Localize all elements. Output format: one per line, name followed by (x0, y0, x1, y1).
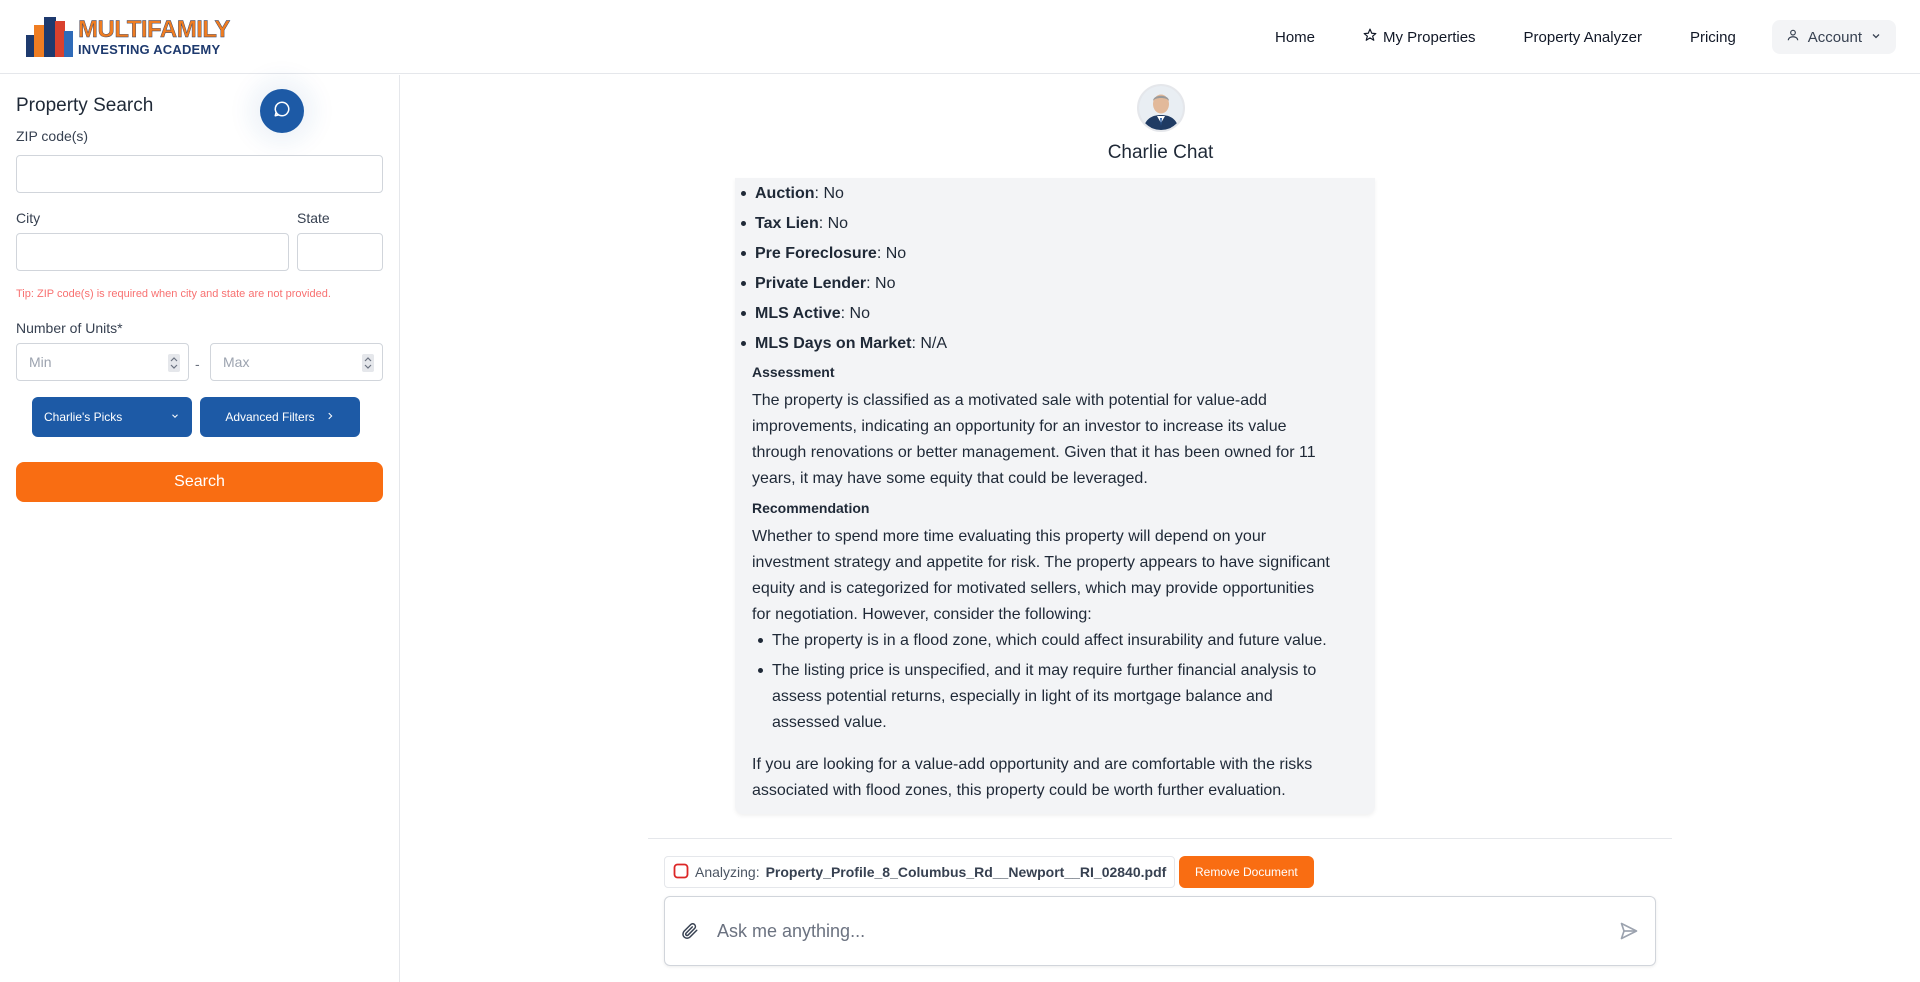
fact-label: Private Lender (755, 275, 867, 292)
recommendation-heading: Recommendation (752, 500, 870, 516)
open-chat-button[interactable] (260, 89, 304, 133)
logo-line2: INVESTING ACADEMY (78, 42, 221, 57)
text-line: improvements, indicating an opportunity … (752, 418, 1287, 435)
send-icon[interactable] (1619, 921, 1639, 946)
units-separator: - (195, 356, 200, 372)
text-line: The property is classified as a motivate… (752, 392, 1267, 409)
text-line: investment strategy and appetite for ris… (752, 554, 1330, 571)
chat-divider (648, 838, 1672, 839)
account-label: Account (1807, 28, 1862, 46)
chat-input-placeholder: Ask me anything... (717, 921, 866, 941)
attached-document: Analyzing: Property_Profile_8_Columbus_R… (664, 856, 1176, 888)
zip-tip: Tip: ZIP code(s) is required when city a… (16, 288, 331, 300)
text-line: for negotiation. However, consider the f… (752, 606, 1092, 623)
search-button[interactable]: Search (16, 462, 383, 502)
nav-property-analyzer[interactable]: Property Analyzer (1512, 21, 1654, 54)
charlies-picks-dropdown[interactable]: Charlie's Picks (32, 397, 192, 437)
units-max-stepper[interactable] (362, 354, 374, 372)
fact-value: : No (876, 245, 907, 262)
fact-label: Pre Foreclosure (755, 245, 877, 262)
city-input[interactable] (16, 233, 289, 271)
recommendation-text: Whether to spend more time evaluating th… (752, 524, 1357, 628)
units-max-input[interactable]: Max (210, 343, 383, 381)
fact-value: : No (866, 275, 896, 292)
document-prefix: Analyzing: (695, 864, 760, 880)
zip-label: ZIP code(s) (16, 128, 89, 144)
charlie-avatar (1137, 84, 1185, 132)
document-filename: Property_Profile_8_Columbus_Rd__Newport_… (765, 864, 1167, 880)
pdf-file-icon (673, 863, 689, 882)
fact-item: Auction: No (741, 183, 844, 204)
chevron-down-icon (170, 410, 180, 424)
fact-item: MLS Days on Market: N/A (740, 333, 948, 354)
units-label: Number of Units* (16, 320, 123, 336)
top-header: MULTIFAMILY INVESTING ACADEMY Home My Pr… (0, 0, 1920, 74)
assistant-message: Auction: No Tax Lien: No Pre Foreclosure… (735, 178, 1375, 814)
advanced-filters-label: Advanced Filters (225, 410, 315, 424)
units-max-placeholder: Max (223, 354, 250, 370)
text-line: associated with flood zones, this proper… (752, 782, 1286, 799)
assessment-heading: Assessment (752, 364, 835, 380)
fact-item: MLS Active: No (741, 303, 870, 324)
fact-item: Pre Foreclosure: No (740, 243, 907, 264)
fact-value: : No (840, 305, 870, 322)
chat-bubble-icon (273, 100, 291, 123)
text-line: The property is in a flood zone, which c… (772, 632, 1327, 649)
closing-text: If you are looking for a value-add oppor… (752, 752, 1357, 804)
logo-buildings-icon (26, 17, 74, 57)
city-label: City (16, 210, 41, 226)
fact-label: Auction (755, 185, 815, 202)
property-search-panel: Property Search ZIP code(s) City State T… (0, 75, 400, 982)
nav-my-properties-label: My Properties (1383, 28, 1476, 46)
chevron-right-icon (325, 410, 335, 425)
zip-input[interactable] (16, 155, 383, 193)
units-min-input[interactable]: Min (16, 343, 189, 381)
site-logo[interactable]: MULTIFAMILY INVESTING ACADEMY (26, 16, 231, 57)
consideration-item: The listing price is unspecified, and it… (758, 658, 1357, 736)
chat-area: Charlie Chat Auction: No Tax Lien: No Pr… (401, 75, 1920, 982)
user-icon (1786, 28, 1800, 46)
panel-title: Property Search (16, 95, 154, 116)
fact-value: : No (818, 215, 849, 232)
state-input[interactable] (297, 233, 383, 271)
nav-property-analyzer-label: Property Analyzer (1523, 28, 1642, 46)
text-line: assessed value. (772, 714, 887, 731)
state-label: State (297, 210, 330, 226)
paperclip-icon[interactable] (681, 921, 699, 946)
fact-value: : N/A (911, 335, 948, 352)
main-nav: Home My Properties Property Analyzer Pri… (1239, 20, 1896, 54)
consideration-item: The property is in a flood zone, which c… (758, 628, 1357, 654)
nav-home[interactable]: Home (1263, 21, 1327, 54)
nav-home-label: Home (1275, 28, 1316, 46)
text-line: If you are looking for a value-add oppor… (752, 756, 1313, 773)
star-icon (1363, 28, 1377, 46)
account-menu-button[interactable]: Account (1771, 20, 1896, 54)
logo-line1: MULTIFAMILY (78, 16, 231, 43)
remove-document-button[interactable]: Remove Document (1179, 856, 1314, 888)
fact-label: MLS Active (755, 305, 841, 322)
text-line: through renovations or better management… (752, 444, 1316, 461)
advanced-filters-button[interactable]: Advanced Filters (200, 397, 360, 437)
units-min-stepper[interactable] (168, 354, 180, 372)
chevron-down-icon (1870, 29, 1882, 46)
fact-value: : No (814, 185, 844, 202)
chat-title: Charlie Chat (1107, 142, 1214, 163)
text-line: equity and is categorized for motivated … (752, 580, 1315, 597)
units-min-placeholder: Min (29, 354, 52, 370)
fact-item: Private Lender: No (741, 273, 896, 294)
nav-pricing[interactable]: Pricing (1678, 21, 1748, 54)
text-line: years, it may have some equity that coul… (752, 470, 1148, 487)
fact-label: MLS Days on Market (755, 335, 912, 352)
nav-my-properties[interactable]: My Properties (1351, 20, 1488, 54)
chat-input-box[interactable]: Ask me anything... (664, 896, 1656, 966)
charlies-picks-label: Charlie's Picks (44, 410, 123, 424)
assessment-text: The property is classified as a motivate… (752, 388, 1357, 492)
nav-pricing-label: Pricing (1689, 28, 1736, 46)
text-line: assess potential returns, especially in … (772, 688, 1273, 705)
text-line: Whether to spend more time evaluating th… (752, 528, 1267, 545)
fact-label: Tax Lien (755, 215, 819, 232)
fact-item: Tax Lien: No (740, 213, 849, 234)
text-line: The listing price is unspecified, and it… (772, 662, 1317, 679)
